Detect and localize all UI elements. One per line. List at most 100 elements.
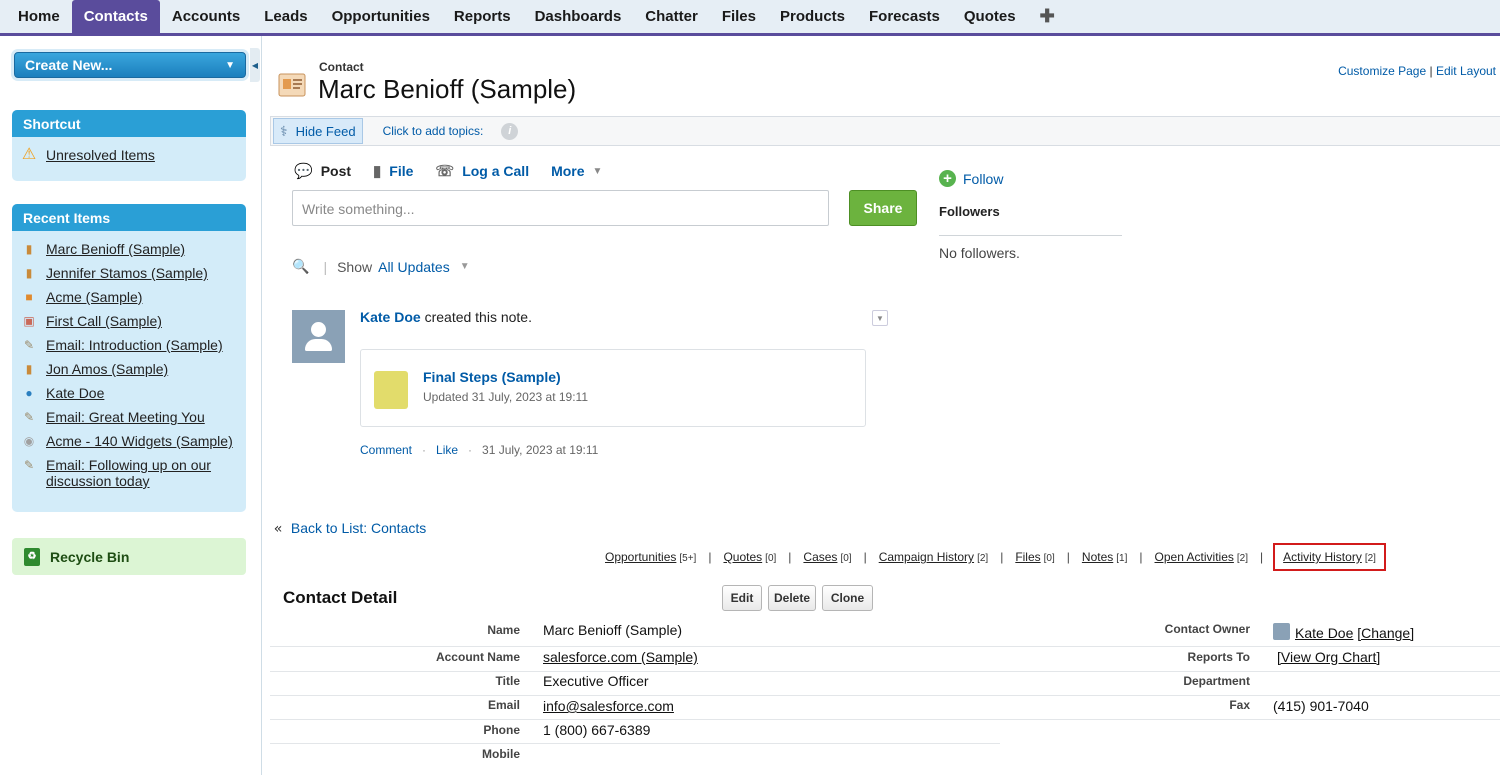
recent-item[interactable]: ▮ Jon Amos (Sample)	[20, 361, 238, 377]
change-owner-link[interactable]: [Change]	[1357, 625, 1414, 641]
hide-feed-button[interactable]: ⚕ Hide Feed	[273, 118, 363, 144]
post-actions: Comment · Like · 31 July, 2023 at 19:11	[360, 443, 599, 457]
delete-button[interactable]: Delete	[768, 585, 816, 611]
no-followers-text: No followers.	[939, 245, 1020, 261]
shortcut-item-unresolved[interactable]: ⚠ Unresolved Items	[20, 146, 238, 164]
user-icon	[1273, 623, 1290, 640]
opportunity-icon: ◉	[23, 434, 35, 448]
tab-leads[interactable]: Leads	[252, 0, 319, 33]
field-label-name: Name	[487, 623, 520, 637]
field-value-name: Marc Benioff (Sample)	[543, 622, 683, 638]
speech-bubble-icon: 💬	[294, 163, 313, 180]
contact-icon: ▮	[25, 266, 33, 280]
related-link-cases[interactable]: Cases [0]	[803, 550, 851, 564]
share-button[interactable]: Share	[849, 190, 917, 226]
edit-layout-link[interactable]: Edit Layout	[1436, 64, 1496, 78]
recent-item[interactable]: ✎ Email: Introduction (Sample)	[20, 337, 238, 353]
page-title: Marc Benioff (Sample)	[318, 74, 577, 104]
field-label-contact-owner: Contact Owner	[1164, 622, 1250, 636]
tab-products[interactable]: Products	[768, 0, 857, 33]
related-link-activity-history[interactable]: Activity History [2]	[1273, 543, 1386, 571]
recent-item[interactable]: ▮ Jennifer Stamos (Sample)	[20, 265, 238, 281]
post-input[interactable]: Write something...	[292, 190, 829, 226]
warning-icon: ⚠	[21, 146, 37, 163]
chevron-down-icon[interactable]: ▼	[460, 261, 470, 272]
tab-home[interactable]: Home	[0, 0, 72, 33]
add-tab-plus-icon[interactable]: ✚	[1028, 0, 1067, 33]
tab-quotes[interactable]: Quotes	[952, 0, 1028, 33]
recent-items-panel: Recent Items ▮ Marc Benioff (Sample) ▮ Jen…	[12, 204, 246, 512]
related-link-quotes[interactable]: Quotes [0]	[723, 550, 776, 564]
related-link-opportunities[interactable]: Opportunities [5+]	[605, 550, 696, 564]
create-new-dropdown[interactable]: Create New... ▼	[14, 52, 246, 78]
field-value-fax: (415) 901-7040	[1273, 698, 1369, 714]
feed-post-header: Kate Doe created this note.	[360, 309, 532, 325]
recent-item[interactable]: ■ Acme (Sample)	[20, 289, 238, 305]
related-link-campaign-history[interactable]: Campaign History [2]	[879, 550, 989, 564]
breadcrumb: « Back to List: Contacts	[274, 520, 427, 537]
info-icon[interactable]: i	[501, 122, 519, 140]
edit-button[interactable]: Edit	[722, 585, 762, 611]
avatar[interactable]	[292, 310, 345, 363]
contact-detail-title: Contact Detail	[283, 588, 398, 607]
search-icon[interactable]: 🔍	[292, 258, 309, 275]
publisher-tabs: 💬 Post ▮ File ☏ Log a Call More ▼	[294, 162, 624, 180]
field-label-title: Title	[495, 674, 520, 688]
followers-title: Followers	[939, 204, 1000, 219]
tab-dashboards[interactable]: Dashboards	[523, 0, 634, 33]
related-link-open-activities[interactable]: Open Activities [2]	[1155, 550, 1249, 564]
back-to-list-link[interactable]: Back to List: Contacts	[291, 520, 426, 536]
recent-item[interactable]: ✎ Email: Following up on our discussion t…	[20, 457, 238, 489]
related-list-links: Opportunities [5+] | Quotes [0] | Cases [0] | …	[605, 543, 1386, 571]
sidebar-collapse-handle[interactable]: ◀	[250, 48, 260, 82]
post-timestamp: 31 July, 2023 at 19:11	[482, 443, 599, 457]
feed-filter: 🔍 | Show All Updates ▼	[292, 258, 470, 275]
top-navigation: Home Contacts Accounts Leads Opportuniti…	[0, 0, 1500, 36]
recent-item[interactable]: ◉ Acme - 140 Widgets (Sample)	[20, 433, 238, 449]
tab-files[interactable]: Files	[710, 0, 768, 33]
follow-button[interactable]: + Follow	[939, 170, 1003, 187]
note-attachment-card[interactable]: Final Steps (Sample) Updated 31 July, 20…	[360, 349, 866, 427]
recent-item[interactable]: ✎ Email: Great Meeting You	[20, 409, 238, 425]
tab-accounts[interactable]: Accounts	[160, 0, 252, 33]
related-link-notes[interactable]: Notes [1]	[1082, 550, 1127, 564]
publisher-tab-log-call[interactable]: ☏ Log a Call	[435, 162, 529, 180]
email-task-icon: ✎	[23, 410, 35, 424]
tab-chatter[interactable]: Chatter	[633, 0, 710, 33]
publisher-tab-file[interactable]: ▮ File	[373, 162, 413, 180]
phone-icon: ☏	[435, 163, 455, 180]
feed-pulse-icon: ⚕	[280, 122, 288, 139]
tab-opportunities[interactable]: Opportunities	[320, 0, 442, 33]
note-updated-text: Updated 31 July, 2023 at 19:11	[423, 390, 589, 404]
email-task-icon: ✎	[23, 458, 35, 472]
feed-filter-select[interactable]: All Updates	[378, 259, 450, 275]
publisher-tab-more[interactable]: More ▼	[551, 163, 602, 179]
recent-item[interactable]: ▮ Marc Benioff (Sample)	[20, 241, 238, 257]
recent-item[interactable]: ▣ First Call (Sample)	[20, 313, 238, 329]
note-title-link[interactable]: Final Steps (Sample)	[423, 369, 561, 385]
field-label-fax: Fax	[1229, 698, 1250, 712]
add-topics-link[interactable]: Click to add topics:	[383, 124, 484, 138]
related-link-files[interactable]: Files [0]	[1015, 550, 1054, 564]
field-label-account-name: Account Name	[435, 650, 520, 664]
owner-link[interactable]: Kate Doe	[1295, 625, 1353, 641]
recent-items-title: Recent Items	[12, 204, 246, 231]
contact-record-icon	[278, 73, 306, 97]
customize-page-link[interactable]: Customize Page	[1338, 64, 1426, 78]
account-name-link[interactable]: salesforce.com (Sample)	[543, 649, 698, 665]
tab-contacts[interactable]: Contacts	[71, 0, 160, 33]
clone-button[interactable]: Clone	[822, 585, 873, 611]
post-author-link[interactable]: Kate Doe	[360, 309, 421, 325]
like-link[interactable]: Like	[436, 443, 458, 457]
recycle-bin[interactable]: ♻ Recycle Bin	[12, 538, 246, 575]
field-value-title: Executive Officer	[543, 673, 649, 689]
email-link[interactable]: info@salesforce.com	[543, 698, 674, 714]
link-separator: |	[1429, 64, 1433, 78]
tab-forecasts[interactable]: Forecasts	[857, 0, 952, 33]
view-org-chart-link[interactable]: [View Org Chart]	[1277, 649, 1380, 665]
post-menu-chevron-icon[interactable]: ▼	[872, 310, 888, 326]
comment-link[interactable]: Comment	[360, 443, 412, 457]
publisher-tab-post[interactable]: 💬 Post	[294, 162, 351, 180]
recent-item[interactable]: ● Kate Doe	[20, 385, 238, 401]
tab-reports[interactable]: Reports	[442, 0, 523, 33]
